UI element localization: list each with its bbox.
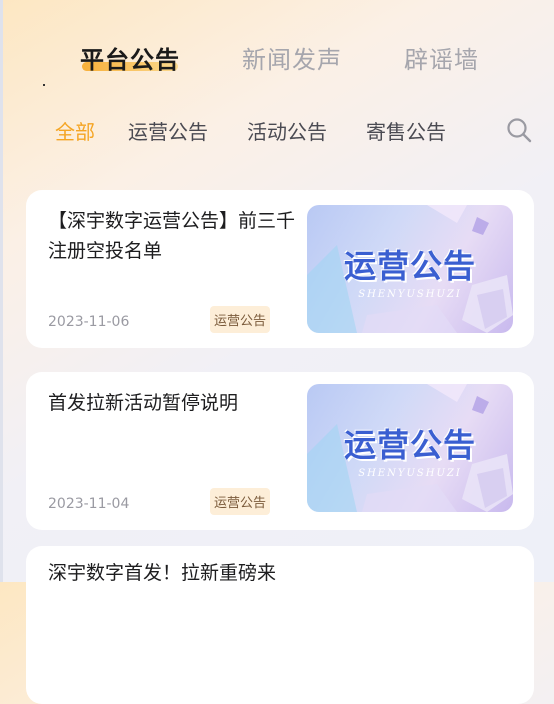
- banner-subtitle: SHENYUSHUZI: [358, 468, 462, 479]
- filter-activities[interactable]: 活动公告: [247, 116, 327, 145]
- filter-consignment[interactable]: 寄售公告: [366, 116, 446, 145]
- tab-platform-announcements[interactable]: 平台公告: [80, 40, 180, 75]
- tab-rumor-wall[interactable]: 辟谣墙: [404, 40, 479, 75]
- announcement-card[interactable]: 首发拉新活动暂停说明 2023-11-04 运营公告 运营公告 SHENYUSH…: [26, 372, 534, 530]
- search-icon[interactable]: [506, 117, 532, 143]
- card-date: 2023-11-06: [48, 314, 130, 330]
- card-date: 2023-11-04: [48, 496, 130, 512]
- announcement-card[interactable]: 深宇数字首发！拉新重磅来: [26, 546, 534, 704]
- card-title: 【深宇数字运营公告】前三千注册空投名单: [48, 210, 296, 262]
- category-badge: 运营公告: [210, 488, 271, 515]
- card-title: 首发拉新活动暂停说明: [48, 392, 239, 414]
- announcement-card[interactable]: 【深宇数字运营公告】前三千注册空投名单 2023-11-06 运营公告 运营公告…: [26, 190, 534, 348]
- filter-operations[interactable]: 运营公告: [128, 116, 208, 145]
- filter-all[interactable]: 全部: [55, 116, 95, 145]
- top-tab-bar: 平台公告 新闻发声 辟谣墙: [0, 40, 554, 80]
- category-badge: 运营公告: [210, 306, 271, 333]
- banner-title: 运营公告: [343, 426, 476, 464]
- tab-news[interactable]: 新闻发声: [242, 40, 342, 75]
- card-banner-image: 运营公告 SHENYUSHUZI: [307, 205, 513, 333]
- left-edge: [0, 0, 3, 582]
- card-title: 深宇数字首发！拉新重磅来: [48, 562, 277, 584]
- banner-title: 运营公告: [343, 247, 476, 285]
- card-banner-image: 运营公告 SHENYUSHUZI: [307, 384, 513, 512]
- banner-subtitle: SHENYUSHUZI: [358, 289, 462, 300]
- stray-dot: [43, 84, 45, 86]
- category-filter-bar: 全部 运营公告 活动公告 寄售公告: [0, 116, 554, 146]
